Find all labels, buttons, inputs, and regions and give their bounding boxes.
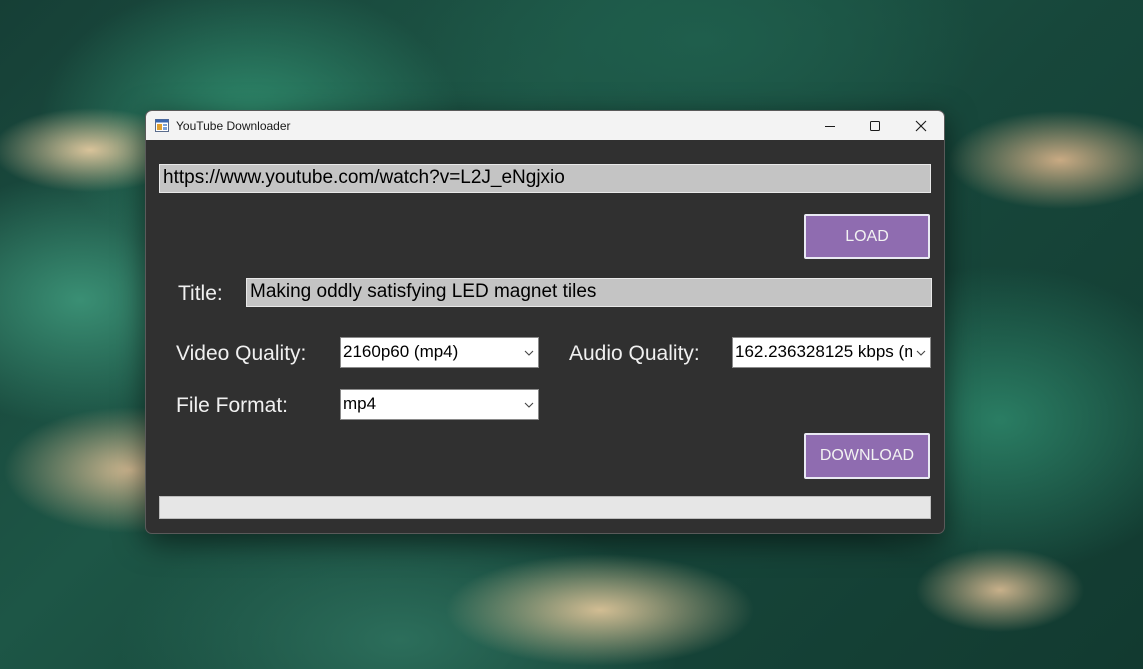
window-title: YouTube Downloader <box>176 119 291 133</box>
video-quality-label: Video Quality: <box>176 342 307 365</box>
audio-quality-select[interactable]: 162.236328125 kbps (mp4) <box>732 337 931 368</box>
close-button[interactable] <box>898 111 944 140</box>
video-quality-select[interactable]: 2160p60 (mp4) <box>340 337 539 368</box>
maximize-button[interactable] <box>852 111 898 140</box>
download-button[interactable]: DOWNLOAD <box>804 433 930 479</box>
download-progress-bar <box>159 496 931 519</box>
youtube-downloader-window: YouTube Downloader https://www.youtube.c… <box>145 110 945 534</box>
title-bar[interactable]: YouTube Downloader <box>146 111 944 140</box>
file-format-select[interactable]: mp4 <box>340 389 539 420</box>
load-button[interactable]: LOAD <box>804 214 930 259</box>
url-input[interactable]: https://www.youtube.com/watch?v=L2J_eNgj… <box>159 164 931 193</box>
minimize-icon <box>825 125 835 127</box>
chevron-down-icon[interactable] <box>912 338 930 367</box>
file-format-label: File Format: <box>176 394 289 417</box>
title-field[interactable]: Making oddly satisfying LED magnet tiles <box>246 278 932 307</box>
audio-quality-value: 162.236328125 kbps (mp4) <box>735 342 931 361</box>
maximize-icon <box>870 120 880 131</box>
file-format-value: mp4 <box>343 394 377 413</box>
close-icon <box>915 120 927 131</box>
title-label: Title: <box>178 282 223 305</box>
video-quality-value: 2160p60 (mp4) <box>343 342 459 361</box>
chevron-down-icon[interactable] <box>520 390 538 419</box>
chevron-down-icon[interactable] <box>520 338 538 367</box>
minimize-button[interactable] <box>807 111 853 140</box>
audio-quality-label: Audio Quality: <box>569 342 700 365</box>
app-form-icon <box>155 119 169 132</box>
